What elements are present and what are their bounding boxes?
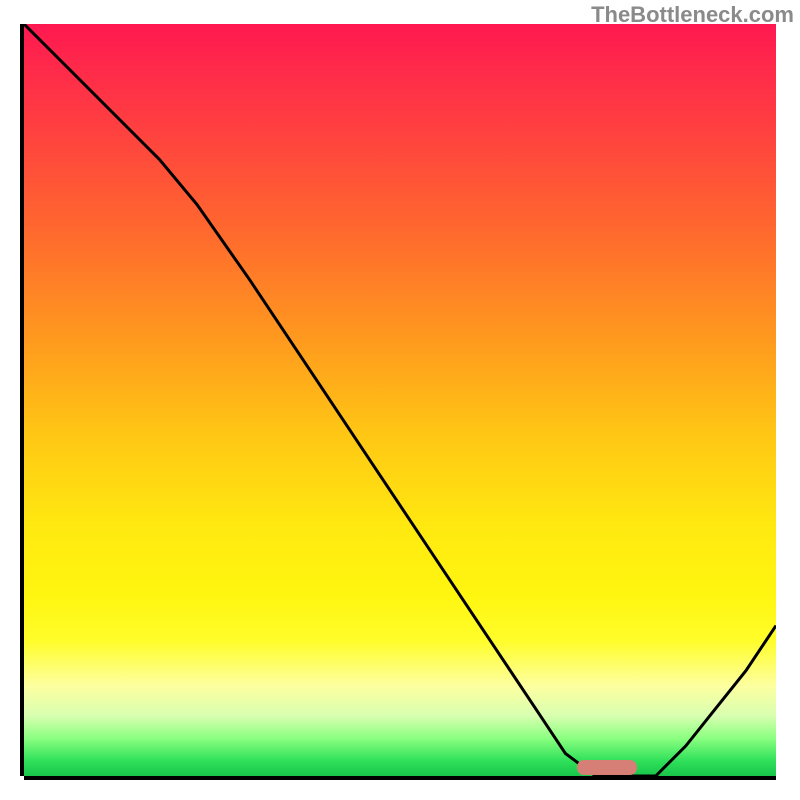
watermark-text: TheBottleneck.com xyxy=(591,2,794,28)
y-axis xyxy=(20,24,24,776)
optimal-range-marker xyxy=(577,760,637,775)
x-axis xyxy=(24,776,776,780)
curve-path xyxy=(24,24,776,776)
bottleneck-curve xyxy=(24,24,776,776)
bottleneck-chart: TheBottleneck.com xyxy=(0,0,800,800)
